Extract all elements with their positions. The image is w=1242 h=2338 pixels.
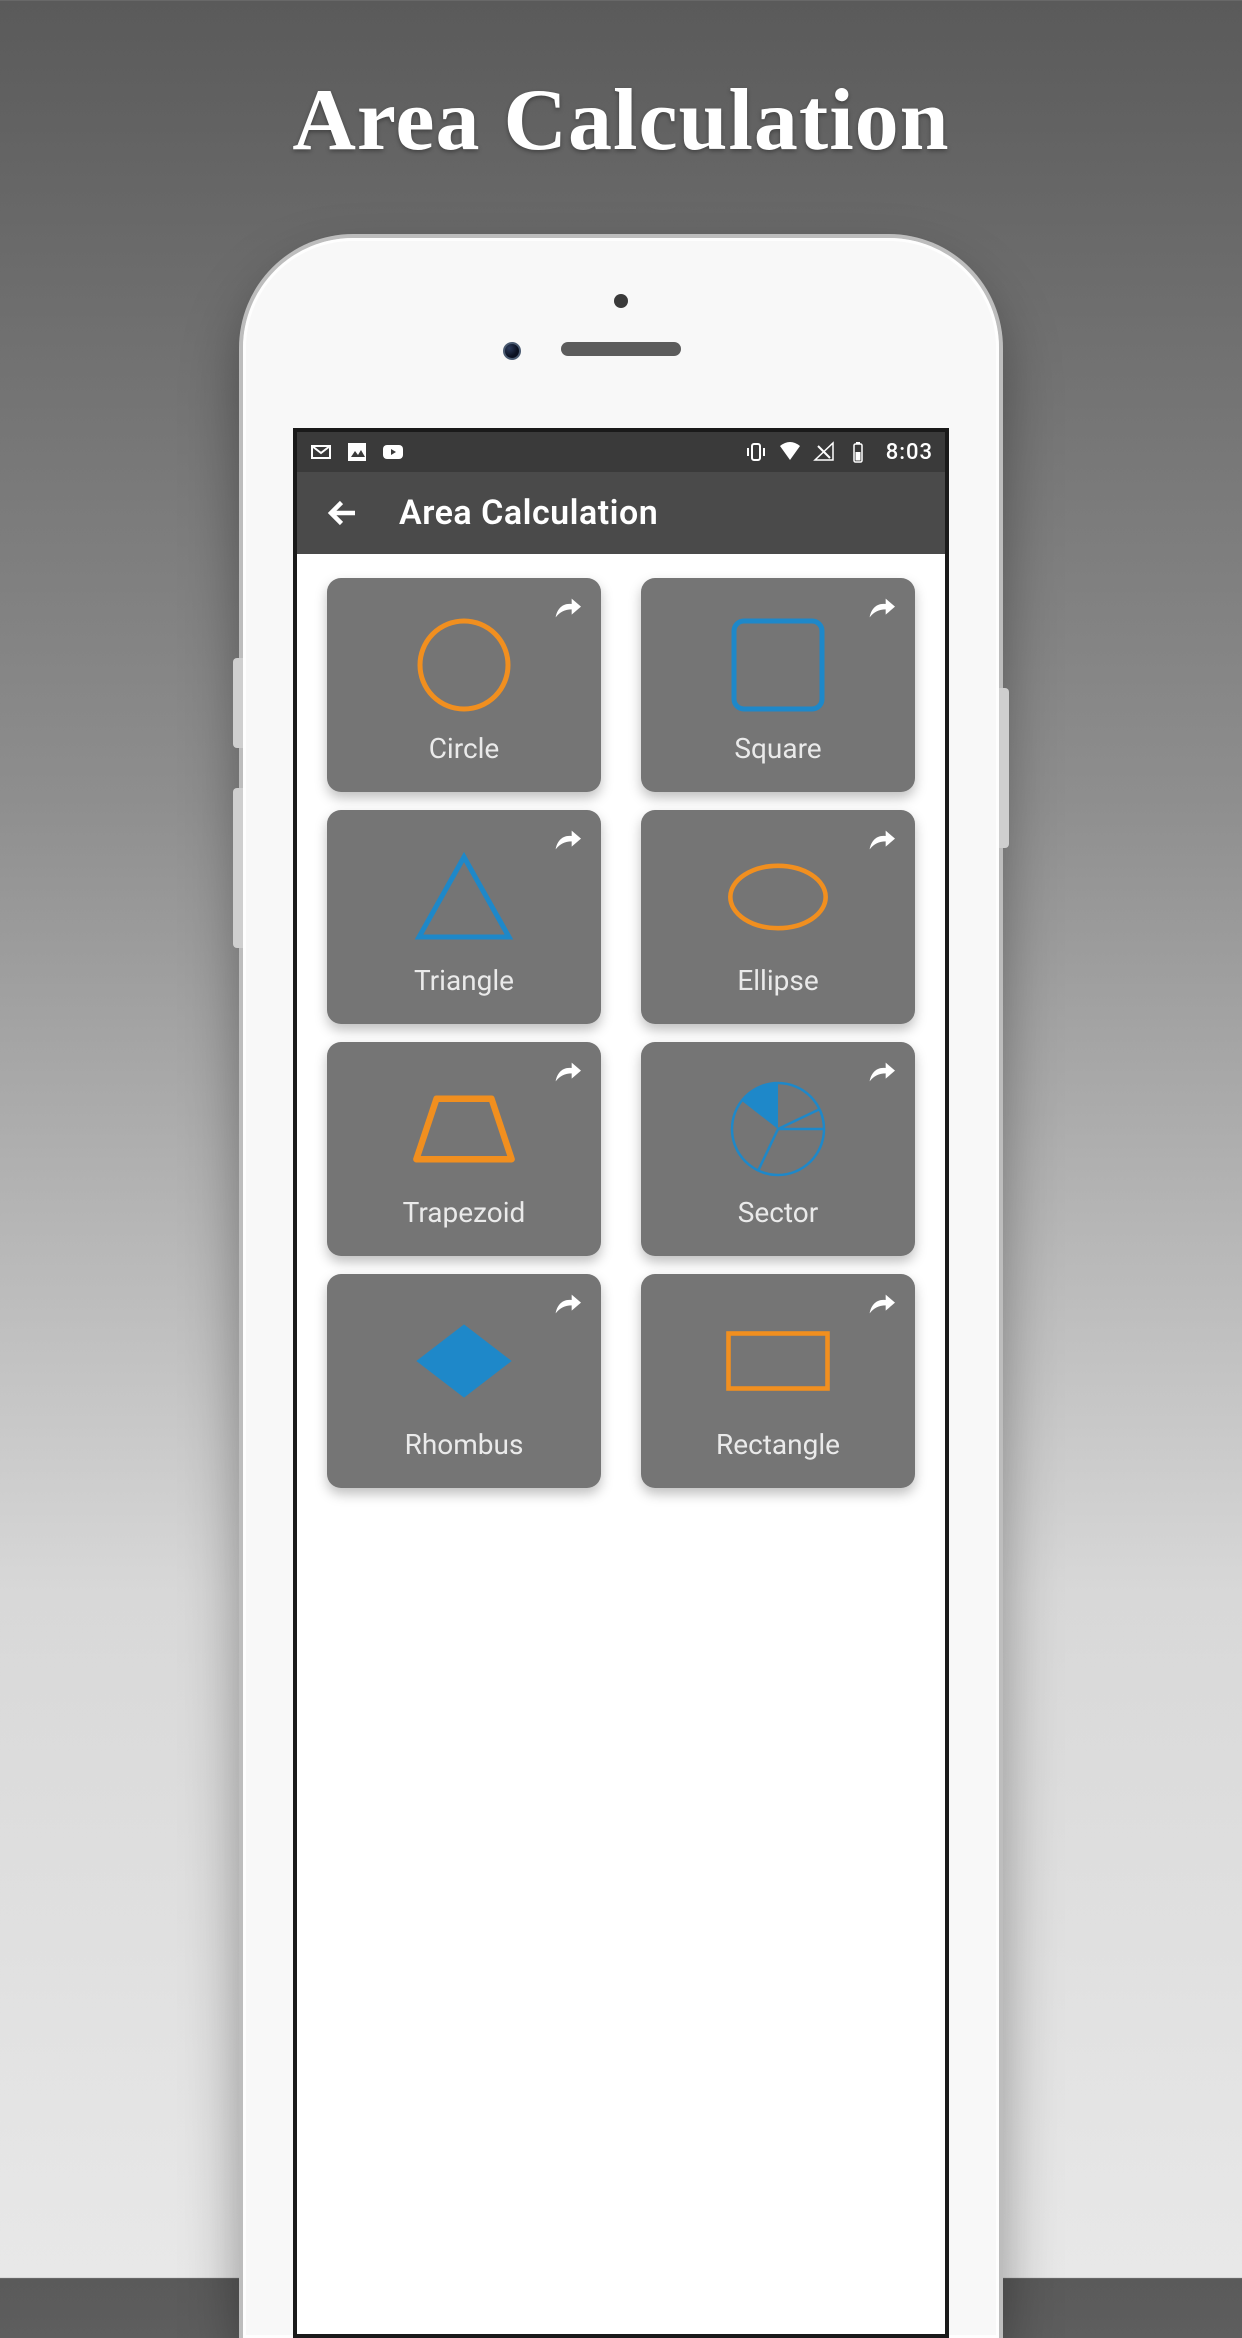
rhombus-icon <box>409 1306 519 1416</box>
phone-volume-button <box>233 788 243 948</box>
trapezoid-icon <box>409 1074 519 1184</box>
phone-screen: 8:03 Area Calculation Circ <box>293 428 949 2338</box>
statusbar: 8:03 <box>297 432 945 472</box>
shape-card-square[interactable]: Square <box>641 578 915 792</box>
shape-card-trapezoid[interactable]: Trapezoid <box>327 1042 601 1256</box>
phone-sensor-dot <box>614 294 628 308</box>
share-arrow-icon <box>553 592 585 624</box>
shape-card-rhombus[interactable]: Rhombus <box>327 1274 601 1488</box>
rectangle-icon <box>723 1306 833 1416</box>
share-button[interactable] <box>553 1056 585 1088</box>
share-arrow-icon <box>553 1056 585 1088</box>
shape-grid: Circle Square <box>327 578 915 1488</box>
sector-icon <box>723 1074 833 1184</box>
shape-label: Ellipse <box>737 964 818 997</box>
back-button[interactable] <box>315 485 371 541</box>
share-button[interactable] <box>553 1288 585 1320</box>
share-arrow-icon <box>867 1056 899 1088</box>
battery-icon <box>846 440 870 464</box>
appbar-title: Area Calculation <box>399 493 658 533</box>
share-arrow-icon <box>553 824 585 856</box>
share-button[interactable] <box>867 1288 899 1320</box>
phone-frame: 8:03 Area Calculation Circ <box>243 238 999 2338</box>
shape-label: Circle <box>429 732 500 765</box>
square-icon <box>723 610 833 720</box>
wifi-icon <box>778 440 802 464</box>
share-button[interactable] <box>553 592 585 624</box>
statusbar-time: 8:03 <box>886 440 933 465</box>
gallery-icon <box>345 440 369 464</box>
shape-card-circle[interactable]: Circle <box>327 578 601 792</box>
share-arrow-icon <box>553 1288 585 1320</box>
shape-label: Triangle <box>414 964 514 997</box>
shape-label: Square <box>734 732 821 765</box>
phone-earpiece <box>561 342 681 356</box>
phone-power-button <box>999 688 1009 848</box>
share-arrow-icon <box>867 592 899 624</box>
shape-card-rectangle[interactable]: Rectangle <box>641 1274 915 1488</box>
content-area: Circle Square <box>297 554 945 2334</box>
ellipse-icon <box>723 842 833 952</box>
youtube-icon <box>381 440 405 464</box>
phone-mute-switch <box>233 658 243 748</box>
share-button[interactable] <box>867 1056 899 1088</box>
vibrate-icon <box>744 440 768 464</box>
triangle-icon <box>409 842 519 952</box>
shape-label: Sector <box>738 1196 818 1229</box>
share-arrow-icon <box>867 1288 899 1320</box>
share-button[interactable] <box>553 824 585 856</box>
phone-front-camera <box>503 342 521 360</box>
shape-card-sector[interactable]: Sector <box>641 1042 915 1256</box>
share-button[interactable] <box>867 824 899 856</box>
arrow-left-icon <box>325 495 361 531</box>
share-button[interactable] <box>867 592 899 624</box>
shape-card-triangle[interactable]: Triangle <box>327 810 601 1024</box>
signal-icon <box>812 440 836 464</box>
shape-card-ellipse[interactable]: Ellipse <box>641 810 915 1024</box>
shape-label: Rectangle <box>716 1428 840 1461</box>
share-arrow-icon <box>867 824 899 856</box>
appbar: Area Calculation <box>297 472 945 554</box>
gmail-icon <box>309 440 333 464</box>
page-heading: Area Calculation <box>0 70 1242 171</box>
shape-label: Trapezoid <box>403 1196 526 1229</box>
circle-icon <box>409 610 519 720</box>
shape-label: Rhombus <box>405 1428 524 1461</box>
